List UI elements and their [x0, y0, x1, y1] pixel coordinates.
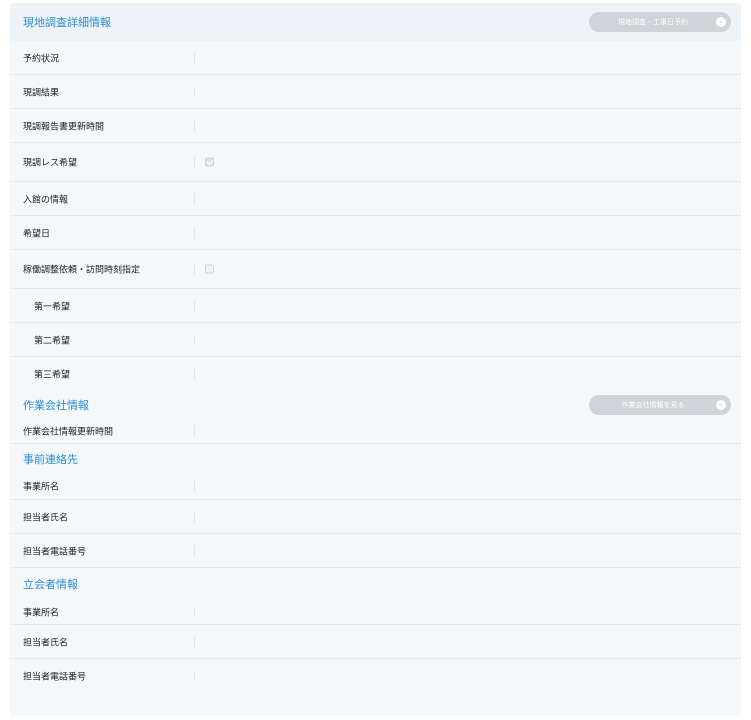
row-divider	[194, 156, 195, 168]
no-survey-wish-label: 現調レス希望	[23, 158, 78, 169]
row-company-update-time: 作業会社情報更新時間	[10, 418, 741, 444]
row-divider	[194, 636, 195, 647]
second-choice-label: 第二希望	[34, 336, 71, 346]
company-update-time-label: 作業会社情報更新時間	[23, 427, 114, 437]
row-witness-person-phone: 担当者電話番号	[10, 659, 741, 693]
row-divider	[194, 300, 195, 311]
row-divider	[194, 670, 195, 682]
visit-time-request-checkbox[interactable]	[205, 264, 214, 274]
row-divider	[194, 545, 195, 556]
row-divider	[194, 263, 195, 275]
witness-person-name-label: 担当者氏名	[23, 638, 69, 648]
row-divider	[194, 334, 195, 345]
survey-section-title: 現地調査詳細情報	[23, 16, 111, 29]
row-divider	[194, 86, 195, 97]
row-divider	[194, 425, 195, 436]
chevron-right-icon: ›	[716, 399, 726, 410]
row-prior-person-phone: 担当者電話番号	[10, 534, 741, 568]
row-divider	[194, 511, 195, 522]
witness-office-name-label: 事業所名	[23, 608, 60, 618]
survey-booking-button[interactable]: 現地調査・工事日予約 ›	[589, 12, 731, 32]
row-desired-date: 希望日	[10, 216, 741, 250]
details-panel: 現地調査詳細情報 現地調査・工事日予約 › 予約状況 現調結果 現調報告書更新時…	[10, 3, 741, 716]
company-info-button[interactable]: 作業会社情報を見る ›	[589, 394, 731, 415]
row-report-update-time: 現調報告書更新時間	[10, 109, 741, 143]
row-reservation-status: 予約状況	[10, 41, 741, 75]
visit-time-request-label: 稼働調整依頼・訪問時刻指定	[23, 265, 141, 276]
survey-section-header: 現地調査詳細情報 現地調査・工事日予約 ›	[10, 3, 741, 41]
row-divider	[194, 52, 195, 63]
desired-date-label: 希望日	[23, 229, 51, 239]
row-divider	[194, 480, 195, 492]
witness-person-phone-label: 担当者電話番号	[23, 672, 87, 683]
witness-section-title: 立会者情報	[23, 577, 78, 591]
prior-person-name-label: 担当者氏名	[23, 513, 69, 523]
no-survey-wish-checkbox[interactable]	[205, 157, 214, 167]
chevron-right-icon: ›	[716, 17, 726, 27]
row-first-choice: 第一希望	[10, 289, 741, 323]
survey-result-label: 現調結果	[23, 88, 60, 98]
company-info-button-label: 作業会社情報を見る	[621, 400, 685, 409]
prior-person-phone-label: 担当者電話番号	[23, 547, 87, 557]
row-survey-result: 現調結果	[10, 75, 741, 109]
row-third-choice: 第三希望	[10, 357, 741, 391]
prior-office-name-label: 事業所名	[23, 482, 60, 493]
reservation-status-label: 予約状況	[23, 54, 60, 64]
witness-section-header: 立会者情報	[10, 568, 741, 599]
row-prior-person-name: 担当者氏名	[10, 500, 741, 534]
row-visit-time-request: 稼働調整依頼・訪問時刻指定	[10, 250, 741, 289]
row-divider	[194, 120, 195, 131]
company-section-header: 作業会社情報 作業会社情報を見る ›	[10, 391, 741, 418]
row-prior-office-name: 事業所名	[10, 473, 741, 500]
row-divider	[194, 227, 195, 238]
row-building-entry-info: 入館の情報	[10, 182, 741, 216]
third-choice-label: 第三希望	[34, 370, 71, 381]
prior-contact-section-title: 事前連絡先	[23, 452, 78, 466]
prior-contact-section-header: 事前連絡先	[10, 444, 741, 473]
company-section-title: 作業会社情報	[23, 398, 89, 412]
report-update-time-label: 現調報告書更新時間	[23, 122, 105, 132]
row-divider	[194, 193, 195, 204]
survey-booking-button-label: 現地調査・工事日予約	[618, 18, 688, 26]
building-entry-info-label: 入館の情報	[23, 195, 69, 205]
row-second-choice: 第二希望	[10, 323, 741, 357]
row-no-survey-wish: 現調レス希望	[10, 143, 741, 182]
row-divider	[194, 606, 195, 617]
row-witness-person-name: 担当者氏名	[10, 625, 741, 659]
first-choice-label: 第一希望	[34, 302, 71, 312]
row-divider	[194, 368, 195, 380]
row-witness-office-name: 事業所名	[10, 599, 741, 625]
